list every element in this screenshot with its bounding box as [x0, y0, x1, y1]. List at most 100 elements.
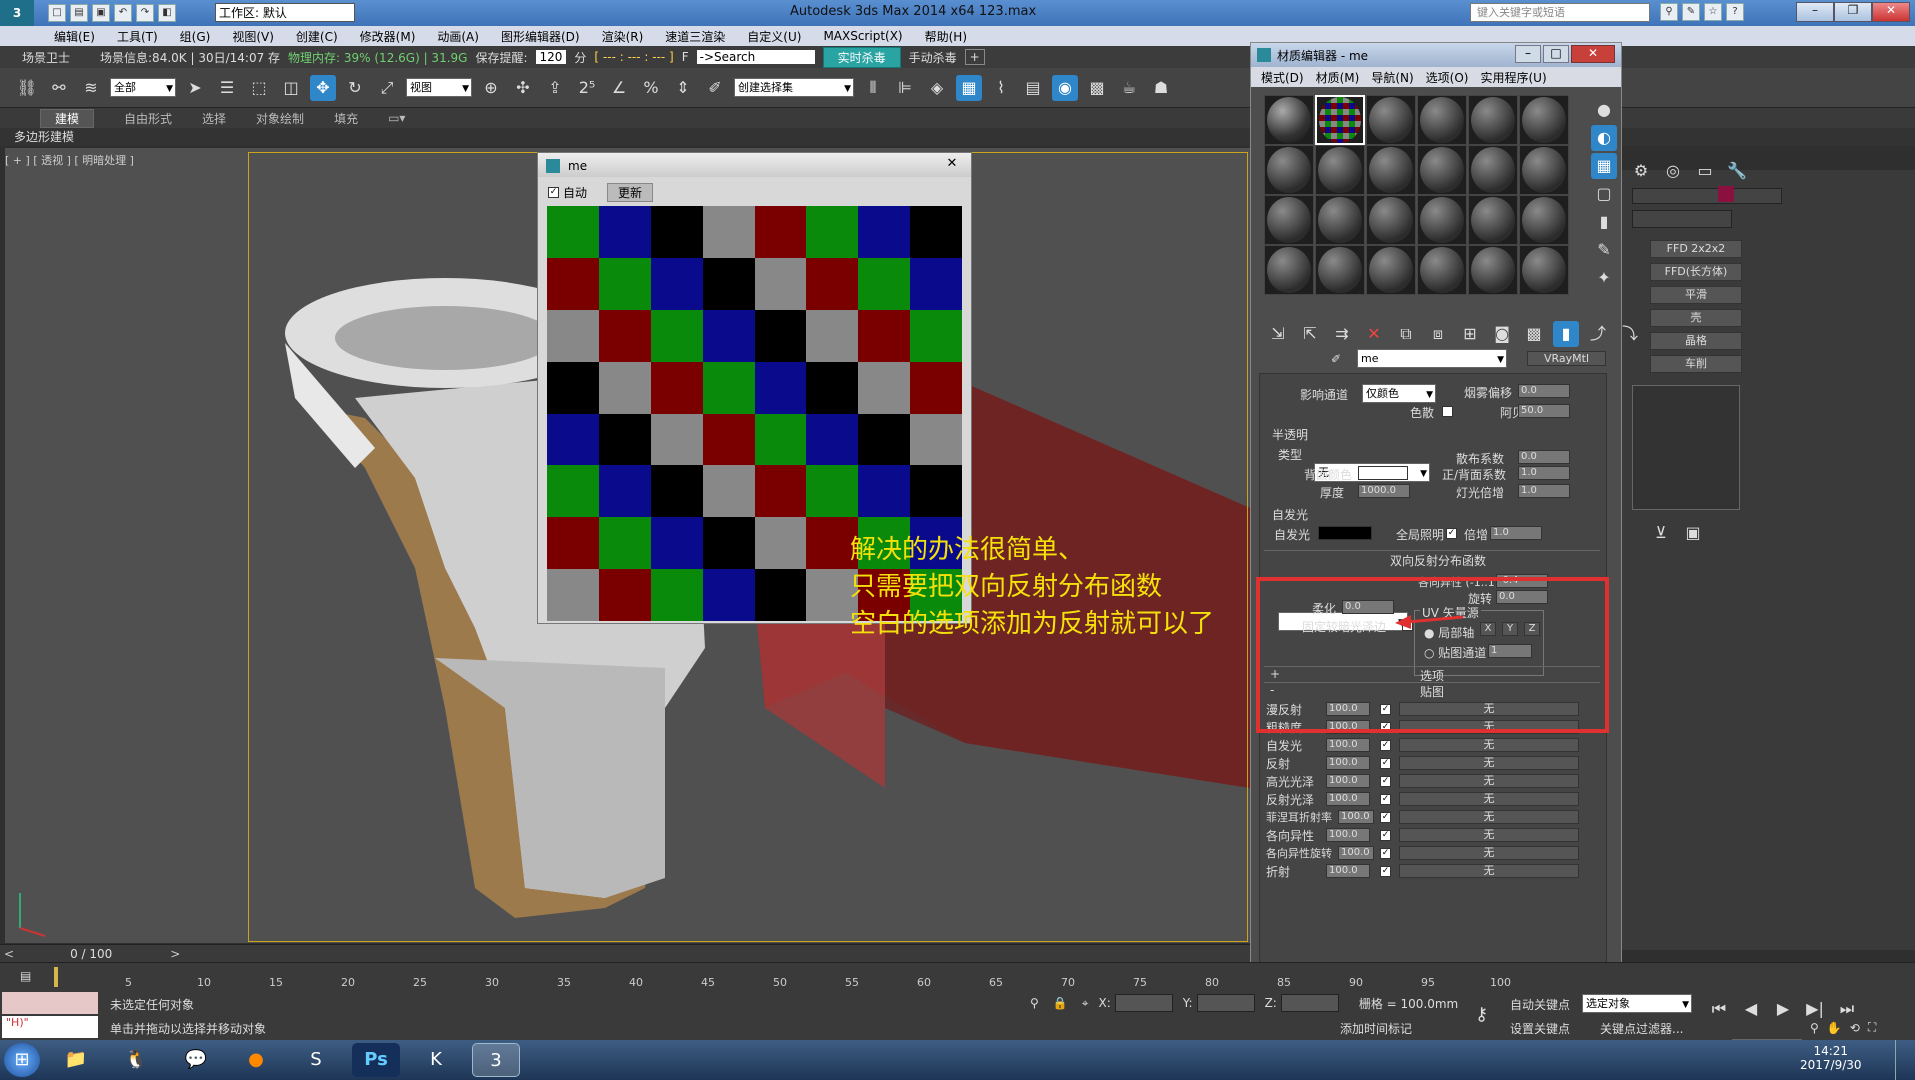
map-amount[interactable]: 100.0: [1326, 864, 1370, 878]
map-preview-titlebar[interactable]: [538, 153, 971, 177]
modifier-ffd-box-button[interactable]: FFD(长方体): [1650, 263, 1742, 281]
back-color-swatch[interactable]: [1358, 466, 1408, 480]
menu-modifiers[interactable]: 修改器(M): [360, 28, 416, 45]
display-tab-icon[interactable]: ▭: [1692, 158, 1718, 184]
configure-modifier-icon[interactable]: ▣: [1680, 520, 1706, 546]
sample-slot[interactable]: [1519, 145, 1569, 195]
sample-slot[interactable]: [1264, 145, 1314, 195]
map-amount[interactable]: 100.0: [1338, 810, 1374, 824]
affect-channel-dropdown[interactable]: 仅颜色: [1362, 384, 1436, 404]
sample-slot[interactable]: [1468, 145, 1518, 195]
workspace-select[interactable]: 工作区: 默认: [215, 3, 355, 22]
modifier-list-dropdown[interactable]: [1632, 210, 1732, 228]
window-crossing-icon[interactable]: ◫: [278, 75, 304, 101]
kugou-icon[interactable]: K: [412, 1043, 460, 1077]
scatter-coeff-spinner[interactable]: 0.0: [1518, 450, 1570, 464]
menu-maxscript[interactable]: MAXScript(X): [823, 29, 902, 43]
pan-icon[interactable]: ✋: [1827, 1021, 1842, 1035]
sample-slot[interactable]: [1519, 245, 1569, 295]
clock-date[interactable]: 2017/9/30: [1800, 1058, 1862, 1072]
polygon-modeling-label[interactable]: 多边形建模: [0, 128, 1915, 146]
put-to-library-icon[interactable]: ⊞: [1457, 321, 1483, 347]
qq-icon[interactable]: 🐧: [112, 1043, 160, 1077]
edit-named-selection-icon[interactable]: ✐: [702, 75, 728, 101]
mated-menu-modes[interactable]: 模式(D): [1261, 69, 1304, 86]
modifier-lathe-button[interactable]: 车削: [1650, 355, 1742, 373]
time-slider-handle[interactable]: [54, 967, 58, 987]
select-by-name-icon[interactable]: ☰: [214, 75, 240, 101]
auto-key-button[interactable]: 自动关键点: [1510, 996, 1570, 1013]
tab-object-paint[interactable]: 对象绘制: [256, 110, 304, 127]
sample-slot-active[interactable]: [1315, 95, 1365, 145]
fog-bias-spinner[interactable]: 0.0: [1518, 384, 1570, 398]
sample-slot[interactable]: [1366, 145, 1416, 195]
menu-tools[interactable]: 工具(T): [117, 28, 158, 45]
backlight-icon[interactable]: ◐: [1591, 125, 1617, 151]
material-id-icon[interactable]: ◙: [1489, 321, 1515, 347]
mated-menu-navigation[interactable]: 导航(N): [1371, 69, 1413, 86]
map-enable-checkbox[interactable]: ✓: [1380, 829, 1391, 841]
close-button[interactable]: ✕: [1872, 2, 1910, 22]
scene-explorer-icon[interactable]: ▦: [956, 74, 982, 101]
absolute-mode-icon[interactable]: ⌖: [1082, 996, 1089, 1011]
translucency-title[interactable]: 半透明: [1272, 426, 1308, 443]
unlink-icon[interactable]: ⚯: [46, 75, 72, 101]
menu-graph-editors[interactable]: 图形编辑器(D): [501, 28, 580, 45]
gi-checkbox[interactable]: ✓: [1446, 528, 1457, 539]
motion-tab-icon[interactable]: ◎: [1660, 158, 1686, 184]
front-back-spinner[interactable]: 1.0: [1518, 466, 1570, 480]
sample-type-icon[interactable]: ●: [1591, 97, 1617, 123]
play-icon[interactable]: ▶: [1770, 996, 1796, 1022]
undo-icon[interactable]: ↶: [114, 4, 132, 22]
lock-icon[interactable]: 🔒: [1053, 996, 1068, 1010]
reference-coord-dropdown[interactable]: 视图: [406, 78, 472, 98]
redo-icon[interactable]: ↷: [136, 4, 154, 22]
map-slot-button[interactable]: 无: [1399, 828, 1579, 842]
sample-slot[interactable]: [1264, 95, 1314, 145]
app-logo-icon[interactable]: 3: [0, 0, 34, 26]
sogou-icon[interactable]: S: [292, 1043, 340, 1077]
save-reminder-input[interactable]: 120: [535, 50, 567, 64]
track-bar-icon[interactable]: ▤: [20, 969, 31, 983]
map-slot-button[interactable]: 无: [1399, 846, 1579, 860]
map-slot-button[interactable]: 无: [1399, 738, 1579, 752]
open-file-icon[interactable]: ▤: [70, 4, 88, 22]
map-amount[interactable]: 100.0: [1326, 756, 1370, 770]
sample-slot[interactable]: [1264, 195, 1314, 245]
abbe-spinner[interactable]: 50.0: [1518, 404, 1570, 418]
map-slot-button[interactable]: 无: [1399, 774, 1579, 788]
schematic-view-icon[interactable]: ▤: [1020, 75, 1046, 101]
modifier-smooth-button[interactable]: 平滑: [1650, 286, 1742, 304]
script-search-input[interactable]: ->Search: [696, 50, 815, 64]
selection-filter-dropdown[interactable]: 全部: [110, 78, 176, 98]
goto-start-icon[interactable]: ⏮: [1706, 996, 1732, 1022]
map-slot-button[interactable]: 无: [1399, 756, 1579, 770]
zoom-icon[interactable]: ⚲: [1810, 1021, 1819, 1035]
video-color-check-icon[interactable]: ▮: [1591, 209, 1617, 235]
tab-modeling[interactable]: 建模: [40, 108, 95, 128]
viewport-label[interactable]: [ + ] [ 透视 ] [ 明暗处理 ]: [5, 152, 134, 168]
menu-animation[interactable]: 动画(A): [437, 28, 479, 45]
get-material-icon[interactable]: ⇲: [1265, 321, 1291, 347]
map-slot-button[interactable]: 无: [1399, 864, 1579, 878]
rendered-frame-icon[interactable]: ☕: [1116, 75, 1142, 101]
orbit-icon[interactable]: ⟲: [1850, 1021, 1860, 1035]
sample-slot[interactable]: [1417, 195, 1467, 245]
self-illum-mult-spinner[interactable]: 1.0: [1490, 526, 1542, 540]
maxscript-input[interactable]: "H)": [2, 1016, 98, 1038]
sample-slot[interactable]: [1417, 145, 1467, 195]
named-selection-dropdown[interactable]: 创建选择集: [734, 78, 854, 98]
background-icon[interactable]: ▦: [1591, 153, 1617, 179]
menu-edit[interactable]: 编辑(E): [54, 28, 95, 45]
new-file-icon[interactable]: □: [48, 4, 66, 22]
material-editor-window[interactable]: 材质编辑器 - me – □ ✕ 模式(D) 材质(M) 导航(N) 选项(O)…: [1250, 42, 1638, 966]
map-slot-button[interactable]: 无: [1399, 792, 1579, 806]
map-enable-checkbox[interactable]: ✓: [1380, 865, 1391, 877]
time-prev-button[interactable]: <: [4, 947, 14, 961]
goto-end-icon[interactable]: ⏭: [1834, 996, 1860, 1022]
link-icon[interactable]: ⛓: [14, 75, 40, 101]
copy-material-icon[interactable]: ⧉: [1393, 321, 1419, 347]
make-preview-icon[interactable]: ✎: [1591, 237, 1617, 263]
hold-icon[interactable]: ◧: [158, 4, 176, 22]
map-enable-checkbox[interactable]: ✓: [1380, 757, 1391, 769]
